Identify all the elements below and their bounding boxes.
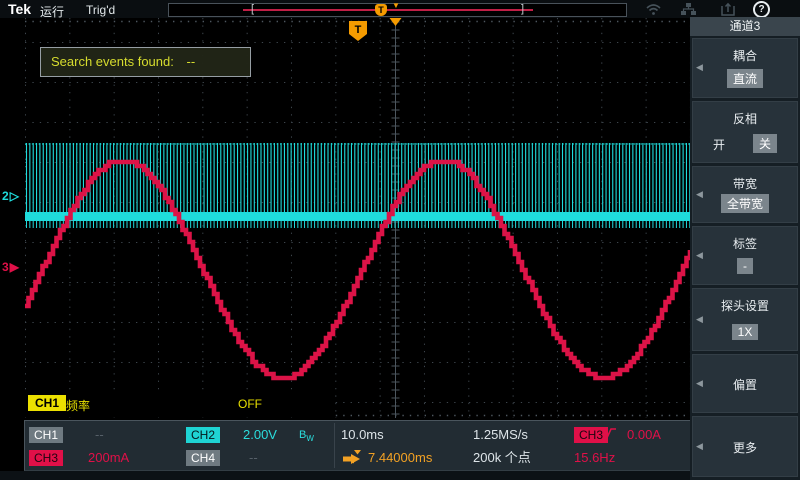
ch2-scale: 2.00V <box>243 427 277 443</box>
horizontal-delay: 7.44000ms <box>368 450 432 466</box>
side-menu: 通道3 ◀ 耦合 直流 反相 开 关 ◀ 带宽 全带宽 ◀ 标签 - ◀ 探头设… <box>690 17 800 480</box>
menu-item-more[interactable]: ◀ 更多 <box>692 416 798 477</box>
ch2-badge[interactable]: CH2 <box>186 427 220 443</box>
ch1-scale: -- <box>95 427 104 443</box>
ch4-scale: -- <box>249 450 258 466</box>
svg-text:T: T <box>355 24 362 36</box>
coupling-value: 直流 <box>727 69 763 88</box>
menu-item-probe-setup[interactable]: ◀ 探头设置 1X <box>692 288 798 351</box>
trigger-status: Trig'd <box>86 3 115 17</box>
help-icon[interactable]: ? <box>753 1 770 18</box>
record-length: 200k 个点 <box>473 450 531 466</box>
trigger-slope-icon <box>601 427 617 442</box>
overview-trigger-icon: T <box>375 4 387 16</box>
measurement-bar[interactable]: CH1 频率 OFF <box>25 392 335 417</box>
network-icon <box>680 2 697 16</box>
record-overview-bar: [ ] T ▼ <box>168 3 627 17</box>
menu-item-bandwidth[interactable]: ◀ 带宽 全带宽 <box>692 166 798 223</box>
invert-on-option[interactable]: 开 <box>713 136 725 153</box>
horizontal-delay-icon <box>342 450 362 464</box>
ch3-marker-arrow-icon: ▶ <box>10 260 20 274</box>
record-window-line <box>243 9 533 11</box>
ch2-position-marker[interactable]: 2▷ <box>2 189 20 203</box>
trigger-level: 0.00A <box>627 427 661 443</box>
window-left-bracket: [ <box>251 3 254 16</box>
search-events-count: -- <box>186 54 195 69</box>
trigger-frequency: 15.6Hz <box>574 450 615 466</box>
label-value: - <box>737 258 753 274</box>
top-bar: Tek 运行 Trig'd [ ] T ▼ <box>0 0 800 18</box>
menu-item-label[interactable]: ◀ 标签 - <box>692 226 798 285</box>
ch1-badge[interactable]: CH1 <box>29 427 63 443</box>
file-export-icon <box>720 2 737 16</box>
overview-trigger-tick-icon: ▼ <box>392 1 400 10</box>
readout-panel: CH1 -- CH2 2.00V BW CH3 200mA CH4 -- 10.… <box>24 420 691 471</box>
ch4-badge[interactable]: CH4 <box>186 450 220 466</box>
measurement-value: OFF <box>238 397 262 411</box>
tek-logo: Tek <box>8 1 31 17</box>
ch3-scale: 200mA <box>88 450 129 466</box>
menu-item-invert[interactable]: 反相 开 关 <box>692 101 798 163</box>
window-right-bracket: ] <box>521 3 524 16</box>
invert-off-option[interactable]: 关 <box>753 134 777 153</box>
horizontal-scale: 10.0ms <box>341 427 384 443</box>
probe-value: 1X <box>732 324 759 340</box>
bottom-edge <box>0 471 690 480</box>
wifi-icon <box>645 2 662 16</box>
waveform-display: T <box>25 18 690 418</box>
measurement-source-badge: CH1 <box>28 395 66 411</box>
ch3-badge[interactable]: CH3 <box>29 450 63 466</box>
measurement-type: 频率 <box>66 397 90 414</box>
oscilloscope-screen: Tek 运行 Trig'd [ ] T ▼ <box>0 0 800 480</box>
search-events-banner: Search events found: -- <box>40 47 251 77</box>
side-menu-title: 通道3 <box>690 17 800 36</box>
ch2-marker-arrow-icon: ▷ <box>10 189 20 203</box>
bandwidth-value: 全带宽 <box>721 194 769 213</box>
menu-item-offset[interactable]: ◀ 偏置 <box>692 354 798 413</box>
ch3-position-marker[interactable]: 3▶ <box>2 260 20 274</box>
menu-item-coupling[interactable]: ◀ 耦合 直流 <box>692 38 798 98</box>
panel-divider <box>334 423 335 468</box>
search-events-text: Search events found: <box>51 54 174 69</box>
ch2-bandwidth-limit-icon: BW <box>299 427 314 447</box>
sample-rate: 1.25MS/s <box>473 427 528 443</box>
